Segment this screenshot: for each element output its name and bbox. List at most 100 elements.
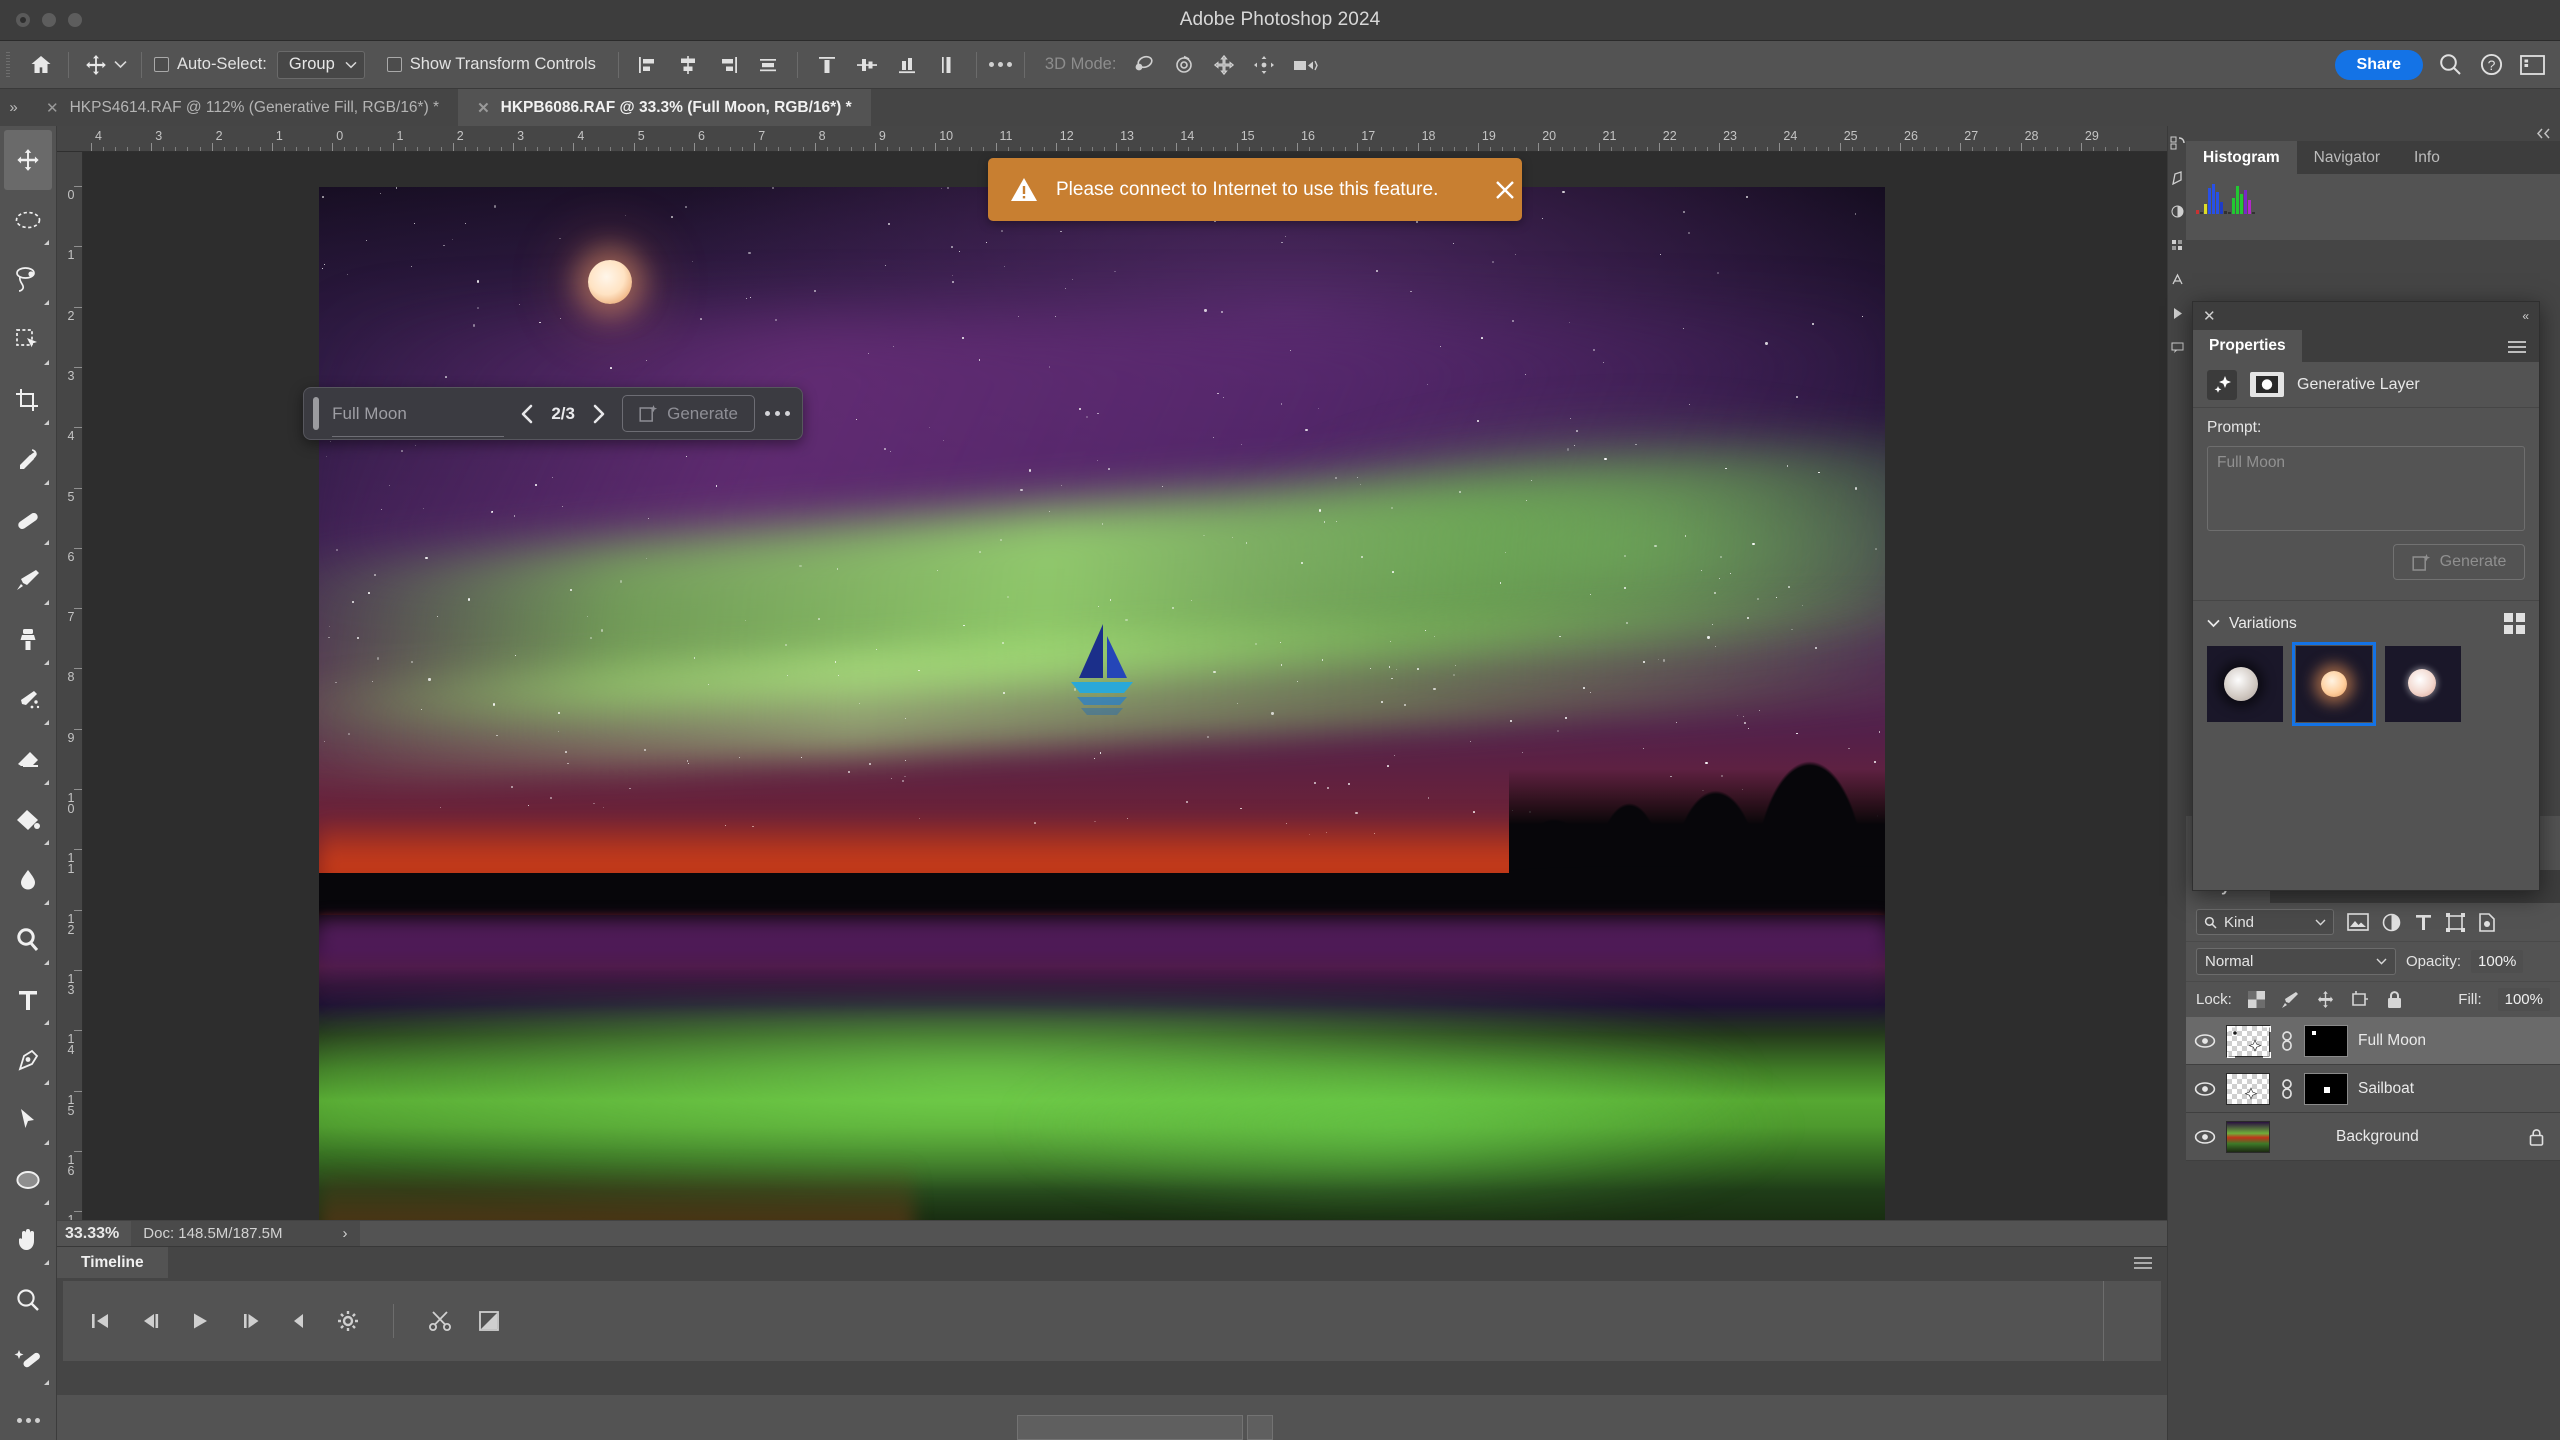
generative-prompt-input[interactable]: Full Moon: [332, 404, 512, 424]
blur-tool[interactable]: [4, 850, 52, 910]
distribute-vertically-button[interactable]: [930, 49, 964, 81]
layer-name[interactable]: Sailboat: [2358, 1080, 2414, 1098]
split-clip-icon[interactable]: [428, 1310, 452, 1332]
settings-gear-icon[interactable]: [337, 1310, 359, 1332]
spot-healing-tool[interactable]: [4, 1330, 52, 1390]
lasso-tool[interactable]: [4, 250, 52, 310]
pixel-layer-filter-icon[interactable]: [2347, 913, 2369, 931]
align-right-edges-button[interactable]: [711, 49, 745, 81]
panel-menu-icon[interactable]: [2507, 340, 2527, 354]
more-icon[interactable]: [765, 411, 790, 416]
type-layer-filter-icon[interactable]: [2414, 913, 2433, 932]
tab-timeline[interactable]: Timeline: [57, 1247, 168, 1278]
previous-variation-button[interactable]: [512, 397, 542, 431]
adjustments-panel-icon[interactable]: [2168, 194, 2187, 228]
lock-image-pixels-icon[interactable]: [2281, 990, 2300, 1009]
object-selection-tool[interactable]: [4, 310, 52, 370]
dodge-tool[interactable]: [4, 910, 52, 970]
layer-row-sailboat[interactable]: Sailboat: [2186, 1065, 2560, 1113]
move-tool[interactable]: [4, 130, 52, 190]
close-icon[interactable]: ✕: [477, 99, 490, 117]
layer-name[interactable]: Background: [2336, 1128, 2419, 1146]
elliptical-marquee-tool[interactable]: [4, 190, 52, 250]
comments-panel-icon[interactable]: [2168, 330, 2187, 364]
crop-tool[interactable]: [4, 370, 52, 430]
eraser-tool[interactable]: [4, 730, 52, 790]
document-tab-1[interactable]: ✕ HKPS4614.RAF @ 112% (Generative Fill, …: [27, 89, 458, 126]
variation-thumbnail-2[interactable]: [2296, 646, 2372, 722]
auto-select-checkbox[interactable]: [154, 57, 169, 72]
layer-thumbnail[interactable]: [2226, 1121, 2270, 1153]
minimize-window-button[interactable]: [42, 13, 56, 27]
maximize-window-button[interactable]: [68, 13, 82, 27]
paths-panel-icon[interactable]: [2168, 160, 2187, 194]
lock-position-icon[interactable]: [2316, 990, 2335, 1009]
tab-histogram[interactable]: Histogram: [2186, 141, 2297, 174]
layer-visibility-toggle[interactable]: [2194, 1129, 2216, 1145]
align-left-edges-button[interactable]: [631, 49, 665, 81]
tab-info[interactable]: Info: [2397, 141, 2457, 174]
opacity-value[interactable]: 100%: [2471, 950, 2523, 973]
share-button[interactable]: Share: [2335, 50, 2423, 80]
document-tab-2[interactable]: ✕ HKPB6086.RAF @ 33.3% (Full Moon, RGB/1…: [458, 89, 871, 126]
shape-layer-filter-icon[interactable]: [2446, 913, 2465, 932]
prompt-textarea[interactable]: Full Moon: [2207, 446, 2525, 531]
ellipse-tool[interactable]: [4, 1150, 52, 1210]
generate-button[interactable]: Generate: [622, 395, 755, 432]
previous-frame-icon[interactable]: [139, 1311, 163, 1331]
grid-view-icon[interactable]: [2504, 613, 2525, 634]
transition-icon[interactable]: [478, 1310, 500, 1332]
mute-audio-icon[interactable]: [289, 1311, 311, 1331]
layer-filter-kind-dropdown[interactable]: Kind: [2196, 909, 2334, 935]
lock-transparent-pixels-icon[interactable]: [2248, 991, 2265, 1008]
layer-thumbnail[interactable]: [2226, 1025, 2270, 1057]
tab-properties[interactable]: Properties: [2193, 330, 2302, 362]
camera-3d-icon[interactable]: [1292, 55, 1318, 75]
layer-mask-thumbnail[interactable]: [2304, 1025, 2348, 1057]
search-icon[interactable]: [2437, 51, 2464, 78]
lock-all-icon[interactable]: [2386, 990, 2403, 1009]
hand-tool[interactable]: [4, 1210, 52, 1270]
window-controls[interactable]: [16, 13, 82, 27]
close-icon[interactable]: ✕: [46, 99, 59, 117]
zoom-tool[interactable]: [4, 1270, 52, 1330]
fill-value[interactable]: 100%: [2498, 988, 2550, 1011]
orbit-3d-icon[interactable]: [1130, 54, 1156, 76]
close-icon[interactable]: [1494, 179, 1516, 201]
roll-3d-icon[interactable]: [1172, 54, 1196, 76]
layer-visibility-toggle[interactable]: [2194, 1033, 2216, 1049]
tab-navigator[interactable]: Navigator: [2297, 141, 2397, 174]
slide-3d-icon[interactable]: [1252, 54, 1276, 76]
more-options-icon[interactable]: [989, 62, 1012, 67]
path-selection-tool[interactable]: [4, 1090, 52, 1150]
go-to-first-frame-icon[interactable]: [89, 1311, 113, 1331]
show-transform-controls-checkbox[interactable]: [387, 57, 402, 72]
lock-icon[interactable]: [2529, 1128, 2552, 1146]
tool-preset-chevron-down-icon[interactable]: [111, 56, 129, 74]
character-panel-icon[interactable]: [2168, 262, 2187, 296]
pan-3d-icon[interactable]: [1212, 54, 1236, 76]
eyedropper-tool[interactable]: [4, 430, 52, 490]
help-icon[interactable]: ?: [2478, 51, 2505, 78]
clone-stamp-tool[interactable]: [4, 610, 52, 670]
collapse-panels-icon[interactable]: [2186, 126, 2560, 141]
align-bottom-edges-button[interactable]: [890, 49, 924, 81]
image-canvas[interactable]: [319, 187, 1885, 1220]
swatches-panel-icon[interactable]: [2168, 228, 2187, 262]
auto-select-dropdown[interactable]: Group: [277, 51, 365, 79]
variation-thumbnail-1[interactable]: [2207, 646, 2283, 722]
blend-mode-dropdown[interactable]: Normal: [2196, 948, 2396, 975]
next-variation-button[interactable]: [584, 397, 614, 431]
bottom-field-small[interactable]: [1247, 1415, 1273, 1440]
document-info[interactable]: Doc: 148.5M/187.5M ›: [131, 1221, 359, 1247]
layer-row-background[interactable]: Background: [2186, 1113, 2560, 1161]
history-panel-icon[interactable]: [2168, 126, 2187, 160]
zoom-level[interactable]: 33.33%: [57, 1225, 131, 1243]
layer-link-icon[interactable]: [2280, 1078, 2294, 1100]
drag-handle[interactable]: [313, 397, 319, 430]
adjustment-layer-filter-icon[interactable]: [2382, 913, 2401, 932]
align-vertical-centers-button[interactable]: [850, 49, 884, 81]
collapse-icon[interactable]: «: [2522, 309, 2529, 323]
layer-row-full-moon[interactable]: Full Moon: [2186, 1017, 2560, 1065]
tab-overflow-icon[interactable]: »: [0, 89, 27, 126]
